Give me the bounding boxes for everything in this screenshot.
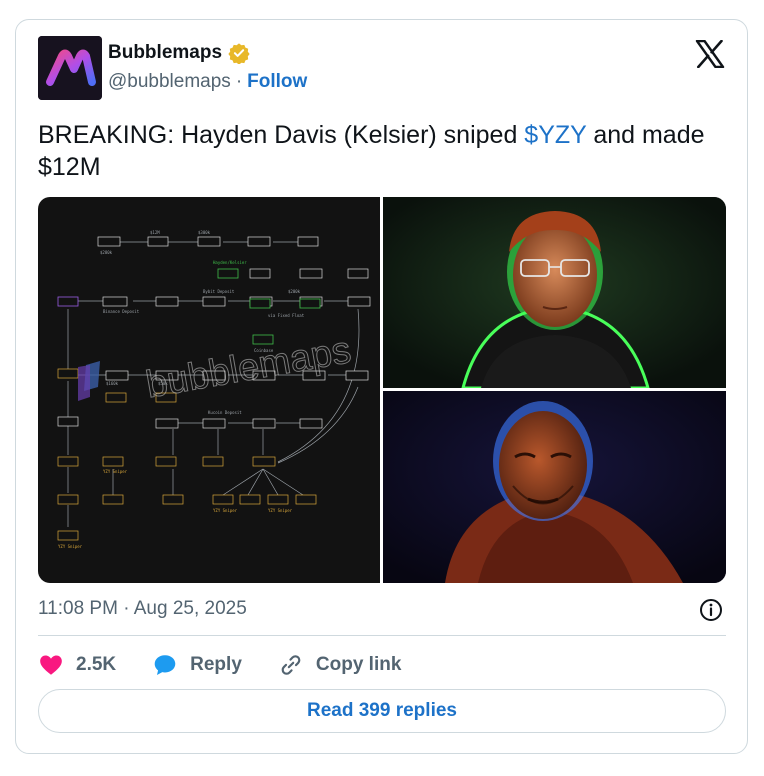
flow-label-11: $200k	[288, 289, 301, 294]
author-name-row: Bubblemaps	[108, 42, 250, 64]
flow-label-14: YZY Sniper	[268, 508, 293, 513]
tweet-card: Bubblemaps @bubblemaps · Follow BREAKING…	[15, 19, 748, 754]
flow-label-16: Hayden/Kelsier	[213, 260, 247, 265]
tweet-timestamp[interactable]: 11:08 PM · Aug 25, 2025	[38, 598, 247, 620]
flow-label-2: $12M	[150, 230, 160, 235]
reply-bubble-icon	[154, 655, 176, 675]
bubblemaps-logo-icon	[38, 36, 102, 100]
info-icon[interactable]	[699, 598, 723, 622]
media-portrait-blue[interactable]	[383, 391, 726, 583]
x-logo-icon[interactable]	[695, 40, 725, 68]
author-name[interactable]: Bubblemaps	[108, 42, 222, 64]
author-handle[interactable]: @bubblemaps	[108, 71, 231, 93]
portrait-blue-graphic	[383, 391, 726, 583]
media-portrait-green[interactable]	[383, 197, 726, 388]
bubblemaps-watermark: bubblemaps	[143, 329, 354, 406]
flow-label-1: $280k	[100, 250, 113, 255]
tweet-text-before: BREAKING: Hayden Davis (Kelsier) sniped	[38, 121, 525, 149]
flow-label-3: $300k	[198, 230, 211, 235]
copy-link-button[interactable]: Copy link	[278, 652, 402, 678]
like-button[interactable]: 2.5K	[38, 652, 116, 678]
like-count: 2.5K	[76, 654, 117, 675]
flow-label-5: Bybit Deposit	[203, 289, 235, 294]
flow-label-6: Kucoin Deposit	[208, 410, 242, 415]
portrait-green-graphic	[383, 197, 726, 388]
flow-label-15: YZY Sniper	[58, 544, 83, 549]
media-grid: $280k $12M $300k Binance Deposit Bybit D…	[38, 197, 726, 583]
action-bar: 2.5K Reply Copy link	[38, 651, 437, 679]
flow-label-9: via Fixed Float	[268, 313, 305, 318]
tweet-text: BREAKING: Hayden Davis (Kelsier) sniped …	[38, 119, 728, 183]
avatar[interactable]	[38, 36, 102, 100]
flow-label-13: YZY Sniper	[213, 508, 238, 513]
flowchart-graphic: $280k $12M $300k Binance Deposit Bybit D…	[57, 230, 371, 549]
author-handle-row: @bubblemaps · Follow	[108, 71, 307, 93]
verified-badge-icon	[228, 43, 250, 64]
divider	[38, 635, 726, 636]
handle-separator: ·	[235, 71, 243, 92]
link-icon	[281, 655, 301, 675]
copy-link-label: Copy link	[315, 654, 402, 675]
flow-label-4: Binance Deposit	[103, 309, 140, 314]
heart-icon	[40, 655, 62, 675]
reply-button[interactable]: Reply	[152, 652, 242, 678]
flow-label-12: YZY Sniper	[103, 469, 128, 474]
cashtag-link[interactable]: $YZY	[524, 121, 586, 149]
reply-label: Reply	[190, 654, 242, 675]
media-flowchart-image[interactable]: $280k $12M $300k Binance Deposit Bybit D…	[38, 197, 380, 583]
read-replies-button[interactable]: Read 399 replies	[38, 689, 726, 733]
flow-label-7: $160k	[106, 381, 119, 386]
follow-button[interactable]: Follow	[247, 71, 307, 93]
